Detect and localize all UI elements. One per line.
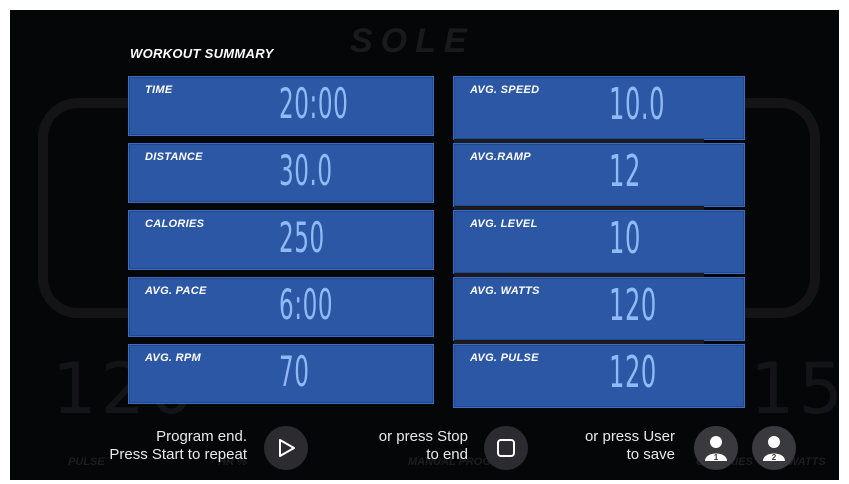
stat-value: 20:00: [279, 79, 349, 128]
stat-value: 30.0: [279, 146, 333, 195]
stat-label: AVG. SPEED: [470, 84, 540, 96]
stat-label: TIME: [145, 84, 173, 96]
stat-tile-avg-rpm: AVG. RPM 70: [128, 344, 434, 404]
user-2-badge: 2: [772, 453, 777, 462]
play-icon: [279, 439, 295, 457]
background-watts-value: 150: [750, 348, 839, 430]
stat-label: AVG. PACE: [145, 285, 207, 297]
user-prompt-line2: to save: [626, 446, 675, 463]
start-prompt-line2: Press Start to repeat: [109, 446, 247, 463]
stat-value: 6:00: [279, 280, 334, 329]
stat-value: 120: [609, 347, 657, 398]
stat-label: AVG. PULSE: [470, 352, 539, 364]
background-pulse-label: PULSE: [68, 456, 105, 468]
stat-label: CALORIES: [145, 218, 205, 230]
stat-tile-avg-speed: AVG. SPEED 10.0: [453, 76, 745, 143]
stop-prompt-line1: or press Stop: [378, 428, 468, 445]
stat-value: 12: [609, 146, 641, 197]
user-1-badge: 1: [714, 453, 719, 462]
user-icon: 1: [705, 436, 727, 462]
stat-label: AVG. LEVEL: [470, 218, 538, 230]
brand-logo: SOLE: [350, 22, 475, 60]
stat-value: 70: [279, 347, 310, 396]
stat-label: AVG. WATTS: [470, 285, 540, 297]
stat-tile-avg-pulse: AVG. PULSE 120: [453, 344, 745, 408]
stop-button[interactable]: [484, 426, 528, 470]
stat-tile-avg-level: AVG. LEVEL 10: [453, 210, 745, 277]
stat-value: 10.0: [609, 79, 666, 130]
stat-tile-time: TIME 20:00: [128, 76, 434, 136]
user-icon: 2: [763, 436, 785, 462]
stat-value: 250: [279, 213, 325, 262]
user-prompt-line1: or press User: [584, 428, 675, 445]
stat-value: 120: [609, 280, 657, 331]
stat-tile-avg-watts: AVG. WATTS 120: [453, 277, 745, 344]
stat-tile-calories: CALORIES 250: [128, 210, 434, 270]
page-title: WORKOUT SUMMARY: [130, 46, 274, 61]
stat-tile-avg-pace: AVG. PACE 6:00: [128, 277, 434, 337]
user-prompt: or press User to save: [585, 428, 675, 464]
stat-tile-distance: DISTANCE 30.0: [128, 143, 434, 203]
stat-label: AVG. RPM: [145, 352, 201, 364]
stat-value: 10: [609, 213, 641, 264]
stat-tile-avg-ramp: AVG.RAMP 12: [453, 143, 745, 210]
start-prompt-line1: Program end.: [156, 428, 247, 445]
start-button[interactable]: [264, 426, 308, 470]
console-screen: SOLE 120 150 PULSE HR % MANUAL PROGRAM C…: [10, 10, 839, 480]
stop-prompt: or press Stop to end: [379, 428, 468, 464]
stat-label: AVG.RAMP: [470, 151, 531, 163]
start-prompt: Program end. Press Start to repeat: [109, 428, 247, 464]
stop-prompt-line2: to end: [426, 446, 468, 463]
user-2-button[interactable]: 2: [752, 426, 796, 470]
user-1-button[interactable]: 1: [694, 426, 738, 470]
stop-icon: [497, 439, 515, 457]
stat-label: DISTANCE: [145, 151, 203, 163]
